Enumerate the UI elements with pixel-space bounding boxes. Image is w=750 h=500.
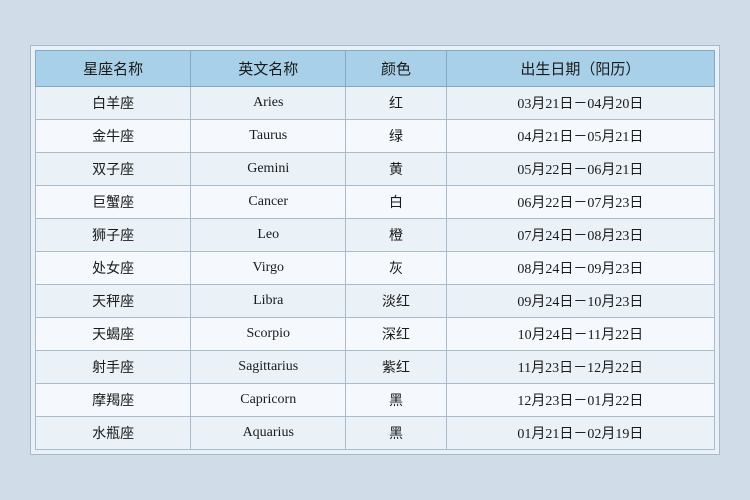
table-cell-10-1: Aquarius: [191, 417, 346, 450]
table-cell-0-2: 红: [346, 87, 446, 120]
table-cell-9-1: Capricorn: [191, 384, 346, 417]
table-cell-2-0: 双子座: [36, 153, 191, 186]
table-cell-8-1: Sagittarius: [191, 351, 346, 384]
table-cell-7-1: Scorpio: [191, 318, 346, 351]
table-cell-2-2: 黄: [346, 153, 446, 186]
table-cell-8-3: 11月23日－12月22日: [446, 351, 714, 384]
table-cell-4-2: 橙: [346, 219, 446, 252]
column-header-2: 颜色: [346, 51, 446, 87]
table-cell-4-1: Leo: [191, 219, 346, 252]
table-cell-4-0: 狮子座: [36, 219, 191, 252]
table-row: 天蝎座Scorpio深红10月24日－11月22日: [36, 318, 715, 351]
table-row: 处女座Virgo灰08月24日－09月23日: [36, 252, 715, 285]
table-row: 狮子座Leo橙07月24日－08月23日: [36, 219, 715, 252]
zodiac-table: 星座名称英文名称颜色出生日期（阳历） 白羊座Aries红03月21日－04月20…: [35, 50, 715, 450]
table-cell-10-0: 水瓶座: [36, 417, 191, 450]
column-header-1: 英文名称: [191, 51, 346, 87]
table-row: 白羊座Aries红03月21日－04月20日: [36, 87, 715, 120]
table-row: 水瓶座Aquarius黑01月21日－02月19日: [36, 417, 715, 450]
table-cell-0-1: Aries: [191, 87, 346, 120]
table-cell-5-3: 08月24日－09月23日: [446, 252, 714, 285]
table-cell-3-1: Cancer: [191, 186, 346, 219]
zodiac-table-container: 星座名称英文名称颜色出生日期（阳历） 白羊座Aries红03月21日－04月20…: [30, 45, 720, 455]
table-cell-6-3: 09月24日－10月23日: [446, 285, 714, 318]
table-cell-3-3: 06月22日－07月23日: [446, 186, 714, 219]
column-header-0: 星座名称: [36, 51, 191, 87]
table-cell-5-2: 灰: [346, 252, 446, 285]
table-cell-2-1: Gemini: [191, 153, 346, 186]
table-header-row: 星座名称英文名称颜色出生日期（阳历）: [36, 51, 715, 87]
table-cell-4-3: 07月24日－08月23日: [446, 219, 714, 252]
table-row: 天秤座Libra淡红09月24日－10月23日: [36, 285, 715, 318]
table-cell-8-0: 射手座: [36, 351, 191, 384]
table-row: 双子座Gemini黄05月22日－06月21日: [36, 153, 715, 186]
table-row: 摩羯座Capricorn黑12月23日－01月22日: [36, 384, 715, 417]
table-cell-9-0: 摩羯座: [36, 384, 191, 417]
table-cell-7-3: 10月24日－11月22日: [446, 318, 714, 351]
table-cell-7-0: 天蝎座: [36, 318, 191, 351]
table-cell-3-0: 巨蟹座: [36, 186, 191, 219]
table-cell-8-2: 紫红: [346, 351, 446, 384]
table-cell-0-0: 白羊座: [36, 87, 191, 120]
table-cell-9-3: 12月23日－01月22日: [446, 384, 714, 417]
table-cell-1-3: 04月21日－05月21日: [446, 120, 714, 153]
table-cell-1-2: 绿: [346, 120, 446, 153]
table-cell-0-3: 03月21日－04月20日: [446, 87, 714, 120]
table-cell-6-1: Libra: [191, 285, 346, 318]
table-row: 巨蟹座Cancer白06月22日－07月23日: [36, 186, 715, 219]
table-cell-5-1: Virgo: [191, 252, 346, 285]
table-cell-10-3: 01月21日－02月19日: [446, 417, 714, 450]
table-cell-7-2: 深红: [346, 318, 446, 351]
table-cell-5-0: 处女座: [36, 252, 191, 285]
table-row: 金牛座Taurus绿04月21日－05月21日: [36, 120, 715, 153]
table-cell-6-2: 淡红: [346, 285, 446, 318]
table-cell-9-2: 黑: [346, 384, 446, 417]
table-cell-10-2: 黑: [346, 417, 446, 450]
table-row: 射手座Sagittarius紫红11月23日－12月22日: [36, 351, 715, 384]
table-cell-1-1: Taurus: [191, 120, 346, 153]
table-cell-6-0: 天秤座: [36, 285, 191, 318]
table-cell-3-2: 白: [346, 186, 446, 219]
table-cell-1-0: 金牛座: [36, 120, 191, 153]
column-header-3: 出生日期（阳历）: [446, 51, 714, 87]
table-cell-2-3: 05月22日－06月21日: [446, 153, 714, 186]
